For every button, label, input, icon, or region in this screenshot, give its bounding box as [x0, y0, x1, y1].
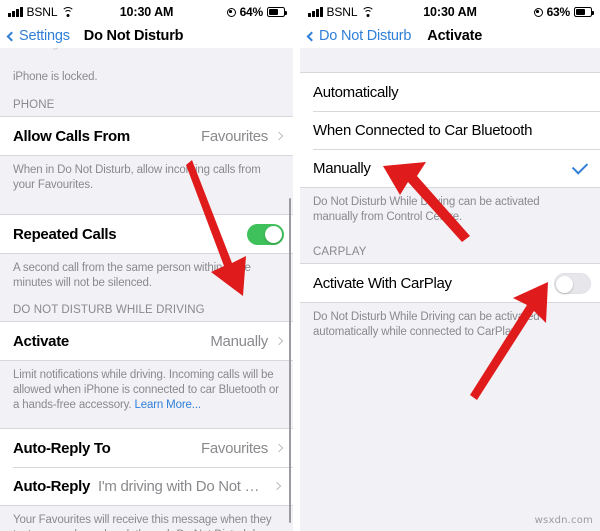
group-activation-options: Automatically When Connected to Car Blue…: [300, 72, 600, 188]
footnote-locked: iPhone is locked.: [13, 71, 98, 83]
row-auto-reply-to[interactable]: Auto-Reply To Favourites: [0, 429, 293, 467]
row-activate-with-carplay[interactable]: Activate With CarPlay: [300, 264, 600, 302]
option-label: When Connected to Car Bluetooth: [313, 121, 533, 139]
option-row-car-bluetooth[interactable]: When Connected to Car Bluetooth: [300, 111, 600, 149]
option-label: Manually: [313, 159, 371, 177]
chevron-right-icon: [274, 131, 284, 141]
left-phone-screen: BSNL 10:30 AM 64% Settings Do Not Distur…: [0, 0, 293, 531]
option-row-automatically[interactable]: Automatically: [300, 73, 600, 111]
section-header-driving: DO NOT DISTURB WHILE DRIVING: [13, 304, 205, 316]
row-auto-reply-value: I'm driving with Do Not Distu...: [98, 477, 266, 495]
footnote-carplay: Do Not Disturb While Driving can be acti…: [313, 311, 540, 338]
checkmark-icon: [571, 157, 589, 175]
left-scrollbar[interactable]: [288, 198, 291, 523]
page-title: Do Not Disturb: [83, 28, 184, 44]
right-nav-bar: Do Not Disturb Activate: [300, 24, 600, 48]
right-content: Automatically When Connected to Car Blue…: [300, 48, 600, 531]
battery-icon: [267, 7, 287, 17]
row-allow-calls-from-label: Allow Calls From: [13, 127, 130, 145]
back-button-settings[interactable]: Settings: [6, 28, 70, 44]
top-spacer: [300, 48, 600, 72]
row-activate[interactable]: Activate Manually: [0, 322, 293, 360]
chevron-right-icon: [274, 336, 284, 346]
chevron-right-icon: [272, 481, 282, 491]
back-button-label: Settings: [19, 28, 70, 44]
left-status-left: BSNL: [8, 5, 75, 19]
wifi-icon: [61, 7, 75, 17]
location-services-icon: [533, 7, 543, 17]
right-status-right: 63%: [533, 0, 594, 24]
row-activate-with-carplay-label: Activate With CarPlay: [313, 274, 452, 292]
row-allow-calls-from-value: Favourites: [200, 127, 268, 145]
repeated-calls-toggle[interactable]: [247, 223, 284, 245]
right-phone-screen: BSNL 10:30 AM 63% Do Not Disturb Activat…: [300, 0, 600, 531]
back-button-label: Do Not Disturb: [319, 28, 412, 44]
footnote-auto-reply: Your Favourites will receive this messag…: [13, 514, 272, 531]
left-status-bar: BSNL 10:30 AM 64%: [0, 0, 293, 24]
carrier-label: BSNL: [26, 5, 58, 19]
learn-more-link[interactable]: Learn More...: [134, 399, 201, 411]
footnote-repeated-calls: A second call from the same person withi…: [13, 262, 251, 289]
clock-label: 10:30 AM: [423, 5, 477, 19]
battery-percent-label: 64%: [239, 5, 264, 19]
signal-bars-icon: [308, 7, 323, 17]
left-nav-bar: Settings Do Not Disturb: [0, 24, 293, 48]
screenshot-root: BSNL 10:30 AM 64% Settings Do Not Distur…: [0, 0, 600, 531]
row-activate-label: Activate: [13, 332, 69, 350]
panel-divider: [293, 0, 300, 531]
group-auto-reply: Auto-Reply To Favourites Auto-Reply I'm …: [0, 428, 293, 506]
group-phone: Allow Calls From Favourites: [0, 116, 293, 156]
clipped-footnote-top: Incoming calls and notifications will be…: [0, 48, 293, 70]
back-button-do-not-disturb[interactable]: Do Not Disturb: [306, 28, 412, 44]
signal-bars-icon: [8, 7, 23, 17]
wifi-icon: [361, 7, 375, 17]
group-driving: Activate Manually: [0, 321, 293, 361]
option-label: Automatically: [313, 83, 399, 101]
row-allow-calls-from[interactable]: Allow Calls From Favourites: [0, 117, 293, 155]
page-title: Activate: [427, 28, 483, 44]
group-carplay: Activate With CarPlay: [300, 263, 600, 303]
row-activate-value: Manually: [210, 332, 268, 350]
chevron-left-icon: [306, 31, 317, 41]
row-repeated-calls-label: Repeated Calls: [13, 225, 117, 243]
footnote-activation-options: Do Not Disturb While Driving can be acti…: [313, 196, 540, 223]
left-content: Incoming calls and notifications will be…: [0, 48, 293, 531]
row-auto-reply-to-label: Auto-Reply To: [13, 439, 111, 457]
row-auto-reply-label: Auto-Reply: [13, 477, 90, 495]
chevron-left-icon: [6, 31, 17, 41]
chevron-right-icon: [274, 443, 284, 453]
group-repeated-calls: Repeated Calls: [0, 214, 293, 254]
left-status-right: 64%: [226, 0, 287, 24]
clipped-footnote-text: Incoming calls and notifications will be…: [13, 48, 279, 52]
right-status-bar: BSNL 10:30 AM 63%: [300, 0, 600, 24]
battery-percent-label: 63%: [546, 5, 571, 19]
footnote-allow-calls: When in Do Not Disturb, allow incoming c…: [13, 164, 261, 191]
option-row-manually[interactable]: Manually: [300, 149, 600, 187]
footnote-activate: Limit notifications while driving. Incom…: [0, 361, 293, 422]
section-header-carplay: CARPLAY: [313, 246, 367, 258]
watermark: wsxdn.com: [534, 515, 593, 526]
row-repeated-calls[interactable]: Repeated Calls: [0, 215, 293, 253]
clock-label: 10:30 AM: [119, 5, 174, 19]
section-header-phone: PHONE: [13, 99, 55, 111]
row-auto-reply-to-value: Favourites: [200, 439, 268, 457]
row-auto-reply[interactable]: Auto-Reply I'm driving with Do Not Distu…: [0, 467, 293, 505]
activate-with-carplay-toggle[interactable]: [554, 272, 591, 294]
right-status-left: BSNL: [308, 5, 375, 19]
carrier-label: BSNL: [326, 5, 358, 19]
location-services-icon: [226, 7, 236, 17]
battery-icon: [574, 7, 594, 17]
